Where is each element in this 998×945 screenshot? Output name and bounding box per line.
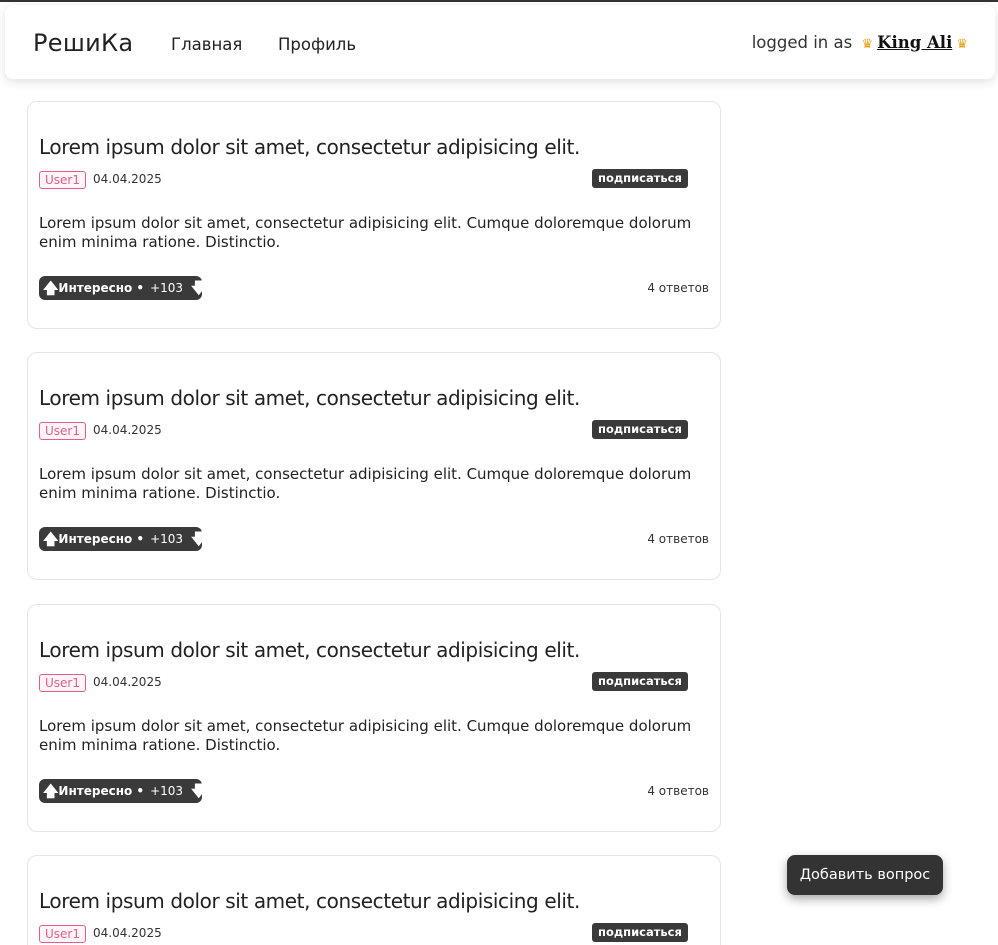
- vote-count: +103: [150, 281, 184, 295]
- question-title[interactable]: Lorem ipsum dolor sit amet, consectetur …: [39, 889, 580, 913]
- question-title[interactable]: Lorem ipsum dolor sit amet, consectetur …: [39, 638, 580, 662]
- arrow-up-icon[interactable]: 🡅: [43, 276, 58, 300]
- question-card[interactable]: Lorem ipsum dolor sit amet, consectetur …: [27, 101, 721, 329]
- nav-link-home[interactable]: Главная: [171, 35, 242, 54]
- nav-link-profile[interactable]: Профиль: [278, 35, 356, 54]
- question-date: 04.04.2025: [93, 675, 162, 689]
- author-badge[interactable]: User1: [39, 171, 86, 189]
- question-card[interactable]: Lorem ipsum dolor sit amet, consectetur …: [27, 352, 721, 580]
- question-card[interactable]: Lorem ipsum dolor sit amet, consectetur …: [27, 604, 721, 832]
- login-status: logged in as ♛ King Ali ♛: [752, 33, 972, 52]
- logged-in-label: logged in as: [751, 33, 853, 52]
- vote-widget: 🡅 Интересно • +103 🡇: [39, 276, 206, 300]
- crown-icon: ♛: [861, 37, 874, 52]
- add-question-button[interactable]: Добавить вопрос: [787, 855, 943, 895]
- crown-icon: ♛: [956, 37, 968, 52]
- arrow-down-icon[interactable]: 🡇: [191, 276, 206, 300]
- subscribe-button[interactable]: подписаться: [592, 420, 688, 439]
- answers-count[interactable]: 4 ответов: [647, 784, 709, 798]
- question-date: 04.04.2025: [93, 172, 162, 186]
- arrow-up-icon[interactable]: 🡅: [43, 779, 58, 803]
- question-card[interactable]: Lorem ipsum dolor sit amet, consectetur …: [27, 855, 721, 945]
- vote-widget: 🡅 Интересно • +103 🡇: [39, 779, 206, 803]
- question-body: Lorem ipsum dolor sit amet, consectetur …: [39, 717, 692, 754]
- question-body: Lorem ipsum dolor sit amet, consectetur …: [39, 465, 692, 502]
- vote-label: Интересно •: [58, 784, 145, 798]
- answers-count[interactable]: 4 ответов: [647, 532, 709, 546]
- vote-count: +103: [150, 532, 184, 546]
- brand-logo[interactable]: РешиКа: [33, 29, 133, 57]
- question-title[interactable]: Lorem ipsum dolor sit amet, consectetur …: [39, 135, 580, 159]
- answers-count[interactable]: 4 ответов: [647, 281, 709, 295]
- author-badge[interactable]: User1: [39, 422, 86, 440]
- vote-label: Интересно •: [58, 281, 145, 295]
- arrow-up-icon[interactable]: 🡅: [43, 527, 58, 551]
- vote-count: +103: [150, 784, 184, 798]
- author-badge[interactable]: User1: [39, 925, 86, 943]
- question-title[interactable]: Lorem ipsum dolor sit amet, consectetur …: [39, 386, 580, 410]
- current-user-link[interactable]: ♛ King Ali ♛: [857, 33, 972, 52]
- question-date: 04.04.2025: [93, 423, 162, 437]
- subscribe-button[interactable]: подписаться: [592, 923, 688, 942]
- navbar: РешиКа Главная Профиль logged in as ♛ Kin…: [5, 5, 995, 79]
- arrow-down-icon[interactable]: 🡇: [191, 779, 206, 803]
- author-badge[interactable]: User1: [39, 674, 86, 692]
- subscribe-button[interactable]: подписаться: [592, 169, 688, 188]
- question-body: Lorem ipsum dolor sit amet, consectetur …: [39, 214, 692, 251]
- question-date: 04.04.2025: [93, 926, 162, 940]
- vote-label: Интересно •: [58, 532, 145, 546]
- arrow-down-icon[interactable]: 🡇: [191, 527, 206, 551]
- subscribe-button[interactable]: подписаться: [592, 672, 688, 691]
- current-username: King Ali: [877, 33, 953, 52]
- vote-widget: 🡅 Интересно • +103 🡇: [39, 527, 206, 551]
